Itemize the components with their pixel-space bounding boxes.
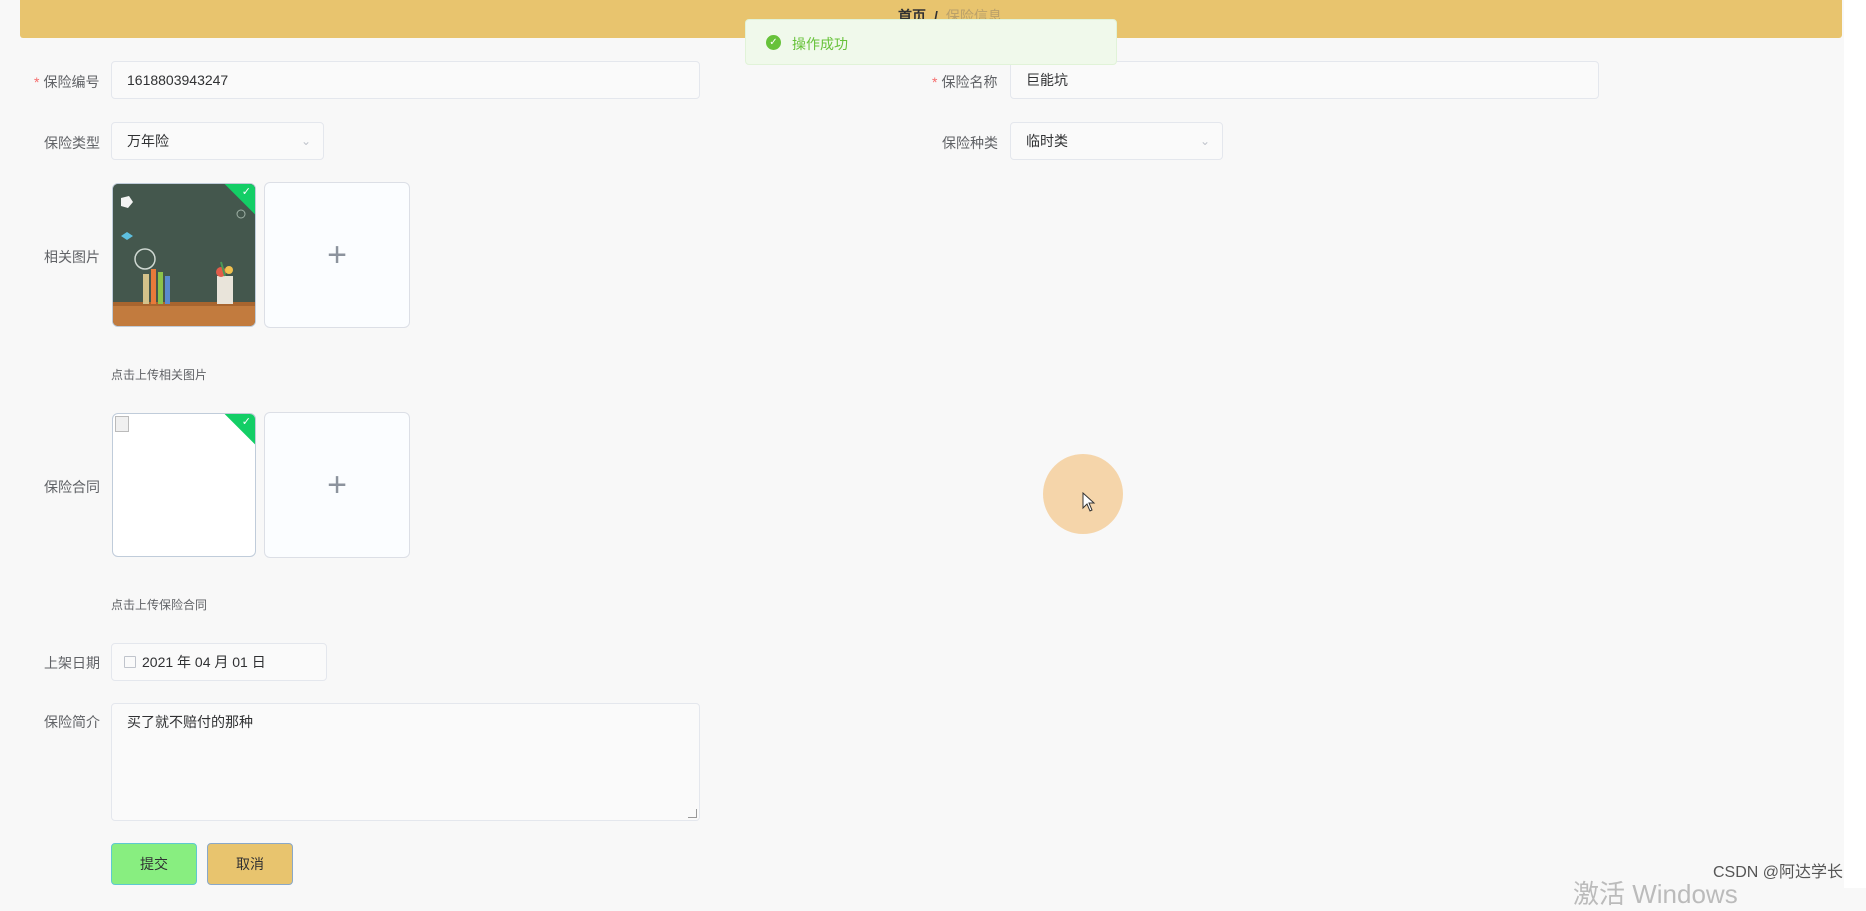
plus-icon: +	[327, 465, 347, 504]
images-hint: 点击上传相关图片	[111, 368, 208, 382]
insurance-kind-label: 保险种类	[942, 135, 998, 151]
mouse-pointer-icon	[1082, 492, 1096, 512]
resize-handle[interactable]	[688, 809, 697, 818]
success-check-icon: ✓	[766, 35, 781, 50]
intro-text: 买了就不赔付的那种	[127, 714, 253, 730]
insurance-type-value: 万年险	[127, 133, 169, 149]
classroom-image	[113, 184, 255, 326]
insurance-no-label: * 保险编号	[34, 74, 100, 90]
chevron-down-icon: ⌄	[1199, 134, 1210, 148]
shelf-date-label: 上架日期	[44, 655, 100, 671]
submit-button[interactable]: 提交	[111, 843, 197, 885]
insurance-kind-select[interactable]: 临时类 ⌄	[1010, 122, 1223, 160]
insurance-kind-value: 临时类	[1026, 133, 1068, 149]
intro-textarea[interactable]: 买了就不赔付的那种	[111, 703, 700, 821]
chevron-down-icon: ⌄	[300, 134, 311, 148]
toast-message: 操作成功	[792, 36, 848, 52]
insurance-type-select[interactable]: 万年险 ⌄	[111, 122, 324, 160]
insurance-no-input[interactable]: 1618803943247	[111, 61, 700, 99]
insurance-name-input[interactable]: 巨能坑	[1010, 61, 1599, 99]
uploaded-contract-thumbnail[interactable]: ✓	[112, 413, 256, 557]
check-icon: ✓	[241, 186, 251, 198]
plus-icon: +	[327, 235, 347, 274]
windows-activation-watermark: 激活 Windows	[1573, 879, 1738, 909]
contract-hint: 点击上传保险合同	[111, 598, 208, 612]
cancel-button[interactable]: 取消	[207, 843, 293, 885]
calendar-icon	[124, 656, 136, 668]
insurance-name-label: * 保险名称	[932, 74, 998, 90]
success-toast: ✓ 操作成功	[745, 19, 1117, 65]
intro-label: 保险简介	[44, 714, 100, 730]
broken-image-icon	[115, 416, 129, 432]
upload-success-corner	[223, 414, 255, 446]
insurance-type-label: 保险类型	[44, 135, 100, 151]
required-asterisk: *	[932, 74, 938, 90]
uploaded-image-thumbnail[interactable]: ✓	[112, 183, 256, 327]
required-asterisk: *	[34, 74, 40, 90]
add-contract-button[interactable]: +	[264, 412, 410, 558]
shelf-date-picker[interactable]: 2021 年 04 月 01 日	[111, 643, 327, 681]
check-icon: ✓	[241, 416, 251, 428]
page-right-edge	[1844, 0, 1866, 888]
add-image-button[interactable]: +	[264, 182, 410, 328]
shelf-date-value: 2021 年 04 月 01 日	[142, 654, 266, 670]
images-label: 相关图片	[44, 249, 100, 265]
contract-label: 保险合同	[44, 479, 100, 495]
